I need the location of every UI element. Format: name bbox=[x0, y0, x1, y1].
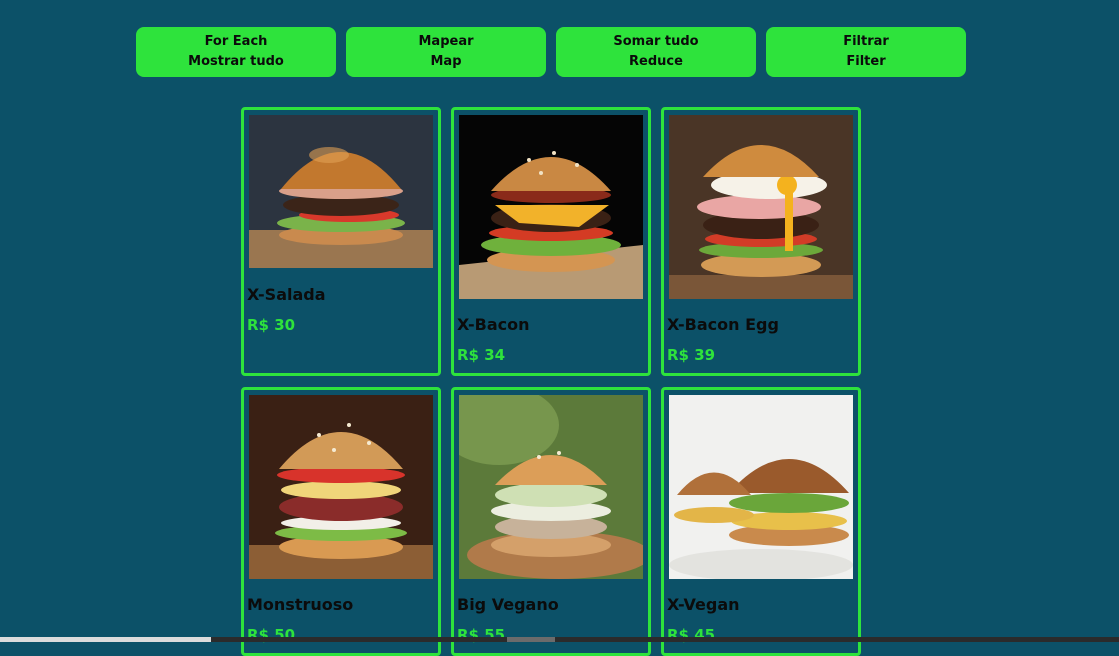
reduce-button-label-1: Somar tudo bbox=[613, 34, 699, 49]
product-price: R$ 39 bbox=[667, 346, 716, 364]
map-button-label-2: Map bbox=[430, 54, 462, 69]
burger-image bbox=[249, 395, 433, 579]
map-button-label-1: Mapear bbox=[418, 34, 474, 49]
product-price: R$ 30 bbox=[247, 316, 296, 334]
burger-image bbox=[669, 115, 853, 299]
filter-button[interactable]: Filtrar Filter bbox=[766, 27, 966, 77]
product-card: X-Vegan R$ 45 bbox=[661, 387, 861, 656]
product-name: Big Vegano bbox=[457, 595, 559, 614]
filter-button-label-1: Filtrar bbox=[843, 34, 889, 49]
scrollbar-thumb[interactable] bbox=[507, 637, 555, 642]
scrollbar-track[interactable] bbox=[211, 637, 1119, 642]
product-card: Monstruoso R$ 50 bbox=[241, 387, 441, 656]
product-name: X-Bacon Egg bbox=[667, 315, 779, 334]
product-card: X-Bacon R$ 34 bbox=[451, 107, 651, 376]
for-each-button-label-2: Mostrar tudo bbox=[188, 54, 284, 69]
product-grid: X-Salada R$ 30 X-Bacon R$ 34 X-Bacon Egg… bbox=[241, 107, 861, 656]
product-card: X-Bacon Egg R$ 39 bbox=[661, 107, 861, 376]
product-price: R$ 34 bbox=[457, 346, 506, 364]
map-button[interactable]: Mapear Map bbox=[346, 27, 546, 77]
burger-image bbox=[669, 395, 853, 579]
reduce-button[interactable]: Somar tudo Reduce bbox=[556, 27, 756, 77]
burger-image bbox=[459, 395, 643, 579]
burger-image bbox=[249, 115, 433, 268]
product-card: Big Vegano R$ 55 bbox=[451, 387, 651, 656]
reduce-button-label-2: Reduce bbox=[629, 54, 683, 69]
filter-button-label-2: Filter bbox=[846, 54, 886, 69]
product-name: X-Vegan bbox=[667, 595, 740, 614]
product-name: X-Bacon bbox=[457, 315, 530, 334]
for-each-button-label-1: For Each bbox=[204, 34, 268, 49]
action-button-row: For Each Mostrar tudo Mapear Map Somar t… bbox=[136, 27, 966, 77]
product-name: X-Salada bbox=[247, 285, 326, 304]
for-each-button[interactable]: For Each Mostrar tudo bbox=[136, 27, 336, 77]
product-name: Monstruoso bbox=[247, 595, 354, 614]
product-card: X-Salada R$ 30 bbox=[241, 107, 441, 376]
burger-image bbox=[459, 115, 643, 299]
